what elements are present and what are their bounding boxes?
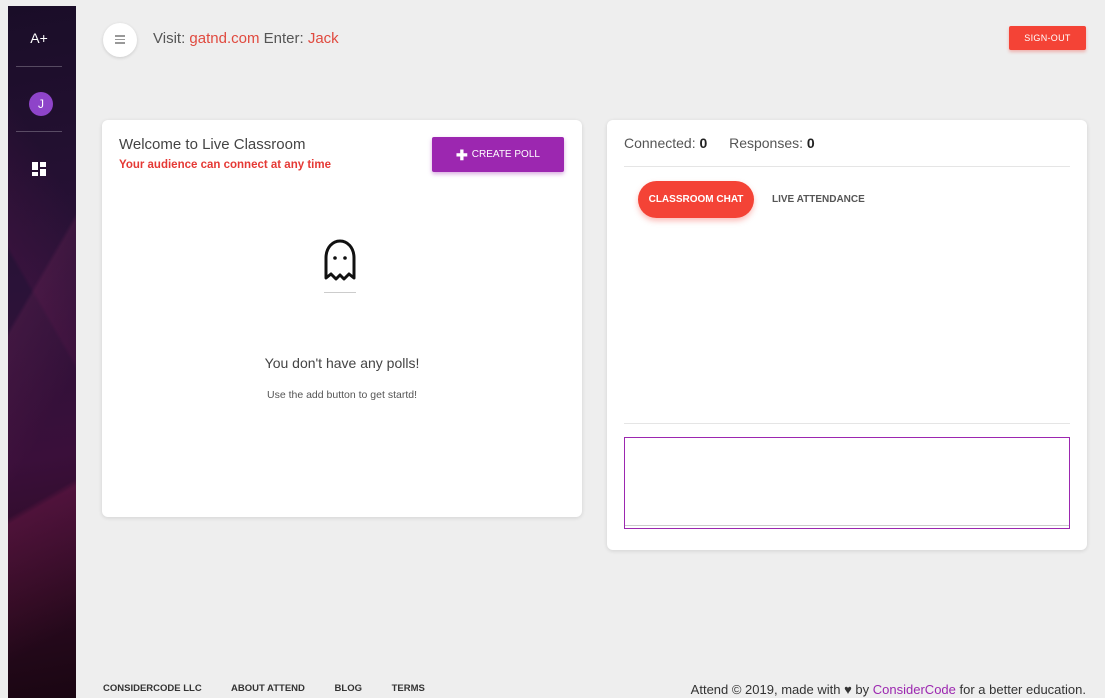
enter-label: Enter: <box>263 30 304 47</box>
create-poll-label: CREATE POLL <box>471 149 540 160</box>
footer-links: CONSIDERCODE LLC ABOUT ATTEND BLOG TERMS <box>103 683 452 694</box>
footer-link-terms[interactable]: TERMS <box>392 683 425 694</box>
signout-button[interactable]: SIGN-OUT <box>1009 26 1086 50</box>
dashboard-icon[interactable] <box>32 162 46 176</box>
polls-card-subtitle: Your audience can connect at any time <box>119 159 331 171</box>
brand-logo[interactable]: A+ <box>8 30 70 46</box>
divider <box>624 423 1070 424</box>
live-card: Connected: 0 Responses: 0 CLASSROOM CHAT… <box>607 120 1087 550</box>
empty-state-title: You don't have any polls! <box>264 355 420 371</box>
copyright-prefix: Attend © 2019, made with <box>690 682 841 697</box>
visit-site: gatnd.com <box>189 30 260 47</box>
menu-toggle-button[interactable] <box>103 23 137 57</box>
copyright-by: by <box>855 682 870 697</box>
list-icon <box>115 35 125 44</box>
responses-count: 0 <box>806 135 815 151</box>
connected-count: 0 <box>699 135 708 151</box>
connected-label: Connected: <box>624 135 696 151</box>
copyright: Attend © 2019, made with ♥ by ConsiderCo… <box>691 682 1086 697</box>
ghost-shadow <box>324 292 356 293</box>
considercode-link[interactable]: ConsiderCode <box>873 682 956 697</box>
footer-link-about[interactable]: ABOUT ATTEND <box>231 683 305 694</box>
ghost-icon <box>324 239 356 281</box>
tab-classroom-chat[interactable]: CLASSROOM CHAT <box>638 181 754 218</box>
footer-link-considercode[interactable]: CONSIDERCODE LLC <box>103 683 202 694</box>
polls-card: Welcome to Live Classroom Your audience … <box>102 120 582 517</box>
chat-message-input[interactable] <box>624 437 1070 529</box>
chat-input-underline <box>625 525 1069 526</box>
tab-live-attendance[interactable]: LIVE ATTENDANCE <box>772 181 865 218</box>
join-instructions: Visit: gatnd.com Enter: Jack <box>153 30 339 47</box>
enter-code: Jack <box>307 30 339 47</box>
sidebar: A+ J <box>8 6 76 698</box>
empty-state-hint: Use the add button to get startd! <box>266 389 417 401</box>
sidebar-divider <box>16 131 62 132</box>
sidebar-divider <box>16 66 62 67</box>
create-poll-button[interactable]: ✚ CREATE POLL <box>432 137 564 172</box>
avatar[interactable]: J <box>29 92 53 116</box>
responses-label: Responses: <box>729 135 804 151</box>
plus-icon: ✚ <box>456 146 468 163</box>
copyright-suffix: for a better education. <box>959 682 1086 697</box>
divider <box>624 166 1070 167</box>
live-stats: Connected: 0 Responses: 0 <box>624 135 815 151</box>
footer-link-blog[interactable]: BLOG <box>335 683 362 694</box>
heart-icon: ♥ <box>844 682 852 697</box>
visit-label: Visit: <box>153 30 186 47</box>
polls-card-title: Welcome to Live Classroom <box>119 136 306 153</box>
